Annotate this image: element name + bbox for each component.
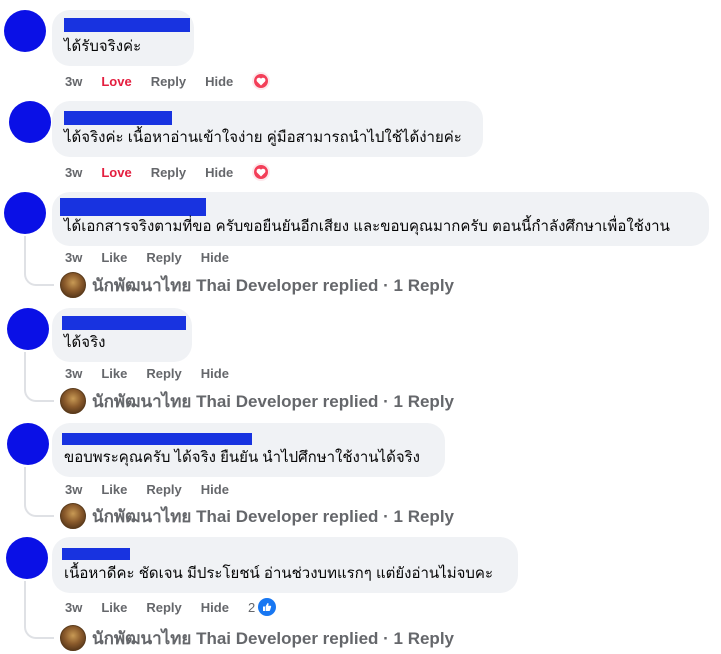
thread-line [24, 581, 26, 624]
like-button[interactable]: Like [101, 366, 127, 381]
view-replies-link[interactable]: นักพัฒนาไทย Thai Developer replied · 1 R… [60, 272, 454, 298]
timestamp[interactable]: 3w [65, 600, 82, 615]
replies-text[interactable]: นักพัฒนาไทย Thai Developer replied · 1 R… [92, 503, 454, 530]
timestamp[interactable]: 3w [65, 366, 82, 381]
thread-connector [24, 386, 54, 402]
author-name-redacted[interactable] [64, 111, 172, 125]
comment-text: เนื้อหาดีคะ ชัดเจน มีประโยชน์ อ่านช่วงบท… [64, 565, 494, 582]
view-replies-link[interactable]: นักพัฒนาไทย Thai Developer replied · 1 R… [60, 625, 454, 651]
comment-bubble: ได้จริง [52, 308, 192, 362]
page-avatar [60, 503, 86, 529]
hide-button[interactable]: Hide [201, 250, 229, 265]
comment-actions: 3w Like Reply Hide [65, 480, 248, 498]
comment-text: ได้รับจริงค่ะ [64, 38, 142, 55]
hide-button[interactable]: Hide [201, 600, 229, 615]
author-name-redacted[interactable] [62, 433, 252, 445]
timestamp[interactable]: 3w [65, 482, 82, 497]
thread-connector [24, 270, 54, 286]
reply-button[interactable]: Reply [151, 165, 186, 180]
page-avatar [60, 272, 86, 298]
comment-bubble: ได้เอกสารจริงตามที่ขอ ครับขอยืนยันอีกเสี… [52, 192, 709, 246]
reaction-count[interactable]: 2 [248, 600, 255, 615]
thread-line [24, 467, 26, 502]
comment-text: ได้จริงค่ะ เนื้อหาอ่านเข้าใจง่าย คู่มือส… [64, 129, 462, 146]
like-button[interactable]: Like [101, 482, 127, 497]
like-icon[interactable] [258, 598, 277, 616]
comment-text: ได้เอกสารจริงตามที่ขอ ครับขอยืนยันอีกเสี… [64, 218, 670, 235]
comment-actions: 3w Like Reply Hide [65, 248, 248, 266]
love-button[interactable]: Love [101, 165, 131, 180]
timestamp[interactable]: 3w [65, 74, 82, 89]
timestamp[interactable]: 3w [65, 250, 82, 265]
replies-text[interactable]: นักพัฒนาไทย Thai Developer replied · 1 R… [92, 625, 454, 652]
comment-text: ได้จริง [64, 334, 106, 351]
author-name-redacted[interactable] [64, 18, 190, 32]
avatar[interactable] [4, 192, 46, 234]
hide-button[interactable]: Hide [205, 74, 233, 89]
avatar[interactable] [4, 10, 46, 52]
hide-button[interactable]: Hide [201, 482, 229, 497]
avatar[interactable] [9, 101, 51, 143]
comment-bubble: ได้จริงค่ะ เนื้อหาอ่านเข้าใจง่าย คู่มือส… [52, 101, 483, 157]
author-name-redacted[interactable] [62, 316, 186, 330]
comment-actions: 3w Like Reply Hide [65, 364, 248, 382]
hide-button[interactable]: Hide [205, 165, 233, 180]
replies-text[interactable]: นักพัฒนาไทย Thai Developer replied · 1 R… [92, 388, 454, 415]
comment-actions: 3w Love Reply Hide [65, 163, 271, 181]
comment-bubble: ได้รับจริงค่ะ [52, 10, 194, 66]
avatar[interactable] [6, 537, 48, 579]
like-button[interactable]: Like [101, 600, 127, 615]
reply-button[interactable]: Reply [146, 600, 181, 615]
view-replies-link[interactable]: นักพัฒนาไทย Thai Developer replied · 1 R… [60, 388, 454, 414]
comment-bubble: ขอบพระคุณครับ ได้จริง ยืนยัน นำไปศึกษาใช… [52, 423, 445, 477]
author-name-redacted[interactable] [62, 548, 130, 560]
thread-line [24, 236, 26, 271]
view-replies-link[interactable]: นักพัฒนาไทย Thai Developer replied · 1 R… [60, 503, 454, 529]
comment-text: ขอบพระคุณครับ ได้จริง ยืนยัน นำไปศึกษาใช… [64, 449, 421, 466]
page-avatar [60, 625, 86, 651]
reply-button[interactable]: Reply [146, 482, 181, 497]
hide-button[interactable]: Hide [201, 366, 229, 381]
comment-actions: 3w Like Reply Hide 2 [65, 598, 277, 616]
heart-icon[interactable] [252, 72, 271, 90]
comment-bubble: เนื้อหาดีคะ ชัดเจน มีประโยชน์ อ่านช่วงบท… [52, 537, 518, 593]
reply-button[interactable]: Reply [146, 366, 181, 381]
thread-connector [24, 501, 54, 517]
thread-connector [24, 623, 54, 639]
comment-actions: 3w Love Reply Hide [65, 72, 271, 90]
avatar[interactable] [7, 308, 49, 350]
page-avatar [60, 388, 86, 414]
thread-line [24, 352, 26, 386]
reply-button[interactable]: Reply [151, 74, 186, 89]
reply-button[interactable]: Reply [146, 250, 181, 265]
like-button[interactable]: Like [101, 250, 127, 265]
avatar[interactable] [7, 423, 49, 465]
replies-text[interactable]: นักพัฒนาไทย Thai Developer replied · 1 R… [92, 272, 454, 299]
timestamp[interactable]: 3w [65, 165, 82, 180]
love-button[interactable]: Love [101, 74, 131, 89]
heart-icon[interactable] [252, 163, 271, 181]
